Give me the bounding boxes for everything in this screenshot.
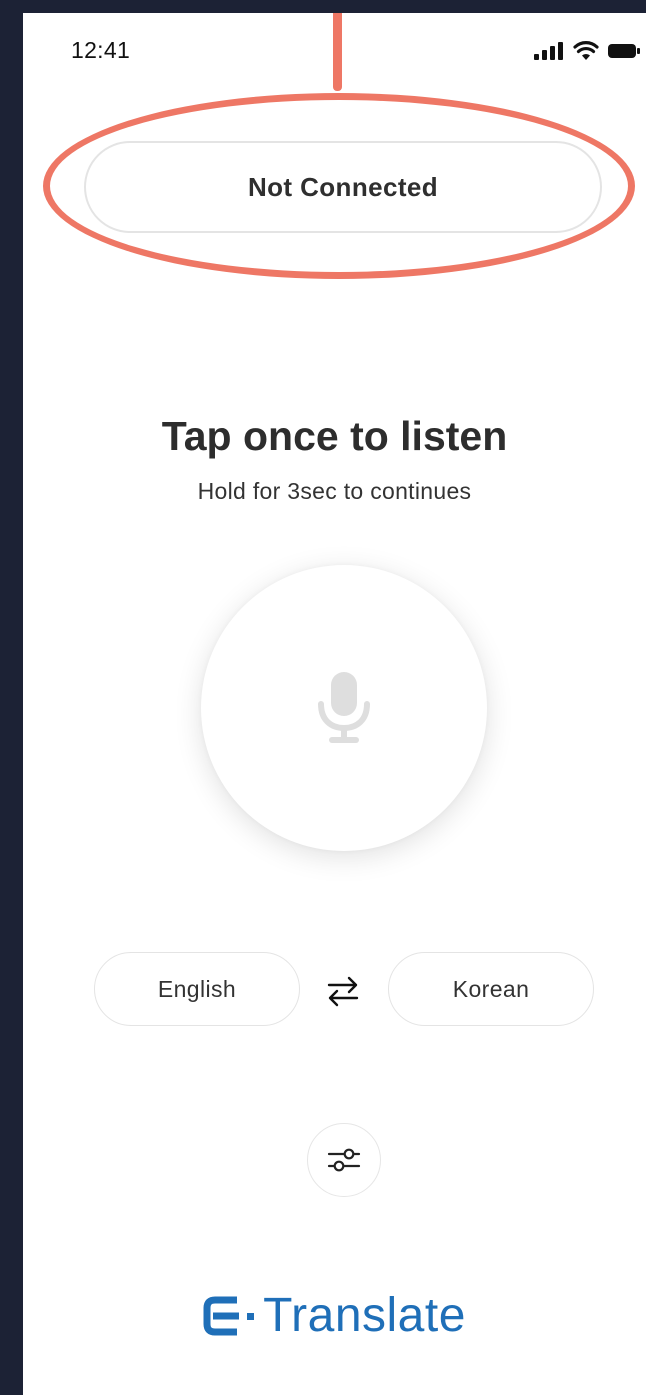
mic-button[interactable] — [201, 565, 487, 851]
source-language-button[interactable]: English — [94, 952, 300, 1026]
brand-logo: Translate — [23, 1288, 646, 1343]
microphone-icon — [318, 672, 370, 743]
wifi-icon — [573, 41, 599, 60]
target-language-button[interactable]: Korean — [388, 952, 594, 1026]
callout-line — [333, 13, 342, 91]
phone-screen: 12:41 Not Connected Tap once to listen H… — [23, 13, 646, 1395]
sliders-icon — [327, 1148, 361, 1172]
e-logo-icon — [203, 1296, 255, 1335]
settings-button[interactable] — [307, 1123, 381, 1197]
connection-status-button[interactable]: Not Connected — [84, 141, 602, 233]
brand-name: Translate — [263, 1289, 466, 1342]
signal-icon — [534, 42, 563, 60]
instruction-subtitle: Hold for 3sec to continues — [197, 478, 472, 504]
battery-icon — [608, 44, 640, 58]
instruction-title: Tap once to listen — [161, 413, 508, 459]
swap-arrows-icon[interactable] — [325, 973, 361, 1009]
status-time: 12:41 — [71, 37, 131, 63]
status-icons — [534, 41, 640, 61]
